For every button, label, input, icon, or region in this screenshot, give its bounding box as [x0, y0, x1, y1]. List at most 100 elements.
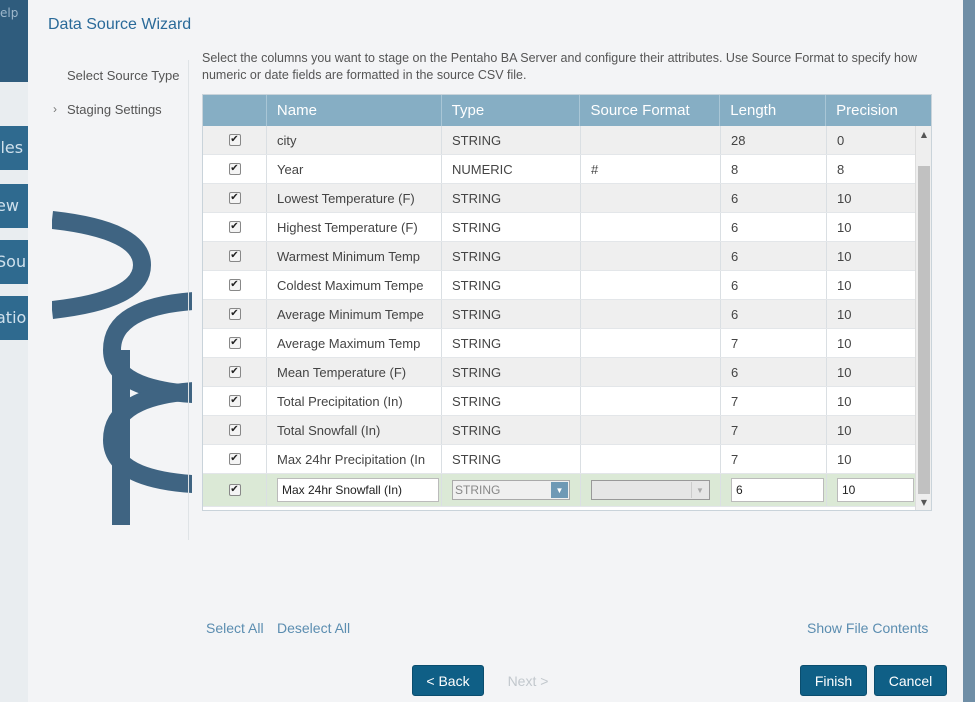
show-file-contents-link[interactable]: Show File Contents: [807, 620, 928, 636]
cancel-button[interactable]: Cancel: [874, 665, 947, 696]
cell-length[interactable]: 7: [720, 329, 826, 357]
step-staging-settings[interactable]: › Staging Settings: [48, 92, 188, 126]
table-row[interactable]: ✔ Warmest Minimum Temp STRING 6 10: [203, 242, 915, 271]
row-checkbox[interactable]: ✔: [228, 395, 241, 407]
cell-source-format[interactable]: [580, 387, 720, 415]
cell-source-format[interactable]: [580, 445, 720, 473]
back-button[interactable]: < Back: [412, 665, 484, 696]
cell-precision[interactable]: 0: [826, 126, 914, 154]
name-input[interactable]: Max 24hr Snowfall (In): [277, 478, 439, 502]
cell-name[interactable]: Warmest Minimum Temp: [266, 242, 441, 270]
header-precision[interactable]: Precision: [825, 95, 931, 126]
cell-length[interactable]: 6: [720, 184, 826, 212]
cell-type[interactable]: STRING: [441, 416, 580, 444]
table-row[interactable]: ✔ Total Snowfall (In) STRING 7 10: [203, 416, 915, 445]
chevron-down-icon[interactable]: ▼: [551, 482, 568, 498]
cell-precision[interactable]: 10: [826, 242, 914, 270]
cell-source-format[interactable]: [580, 329, 720, 357]
cell-name[interactable]: Year: [266, 155, 441, 183]
cell-precision[interactable]: 10: [826, 358, 914, 386]
cell-source-format[interactable]: [580, 184, 720, 212]
table-row[interactable]: ✔ Total Precipitation (In) STRING 7 10: [203, 387, 915, 416]
cell-type[interactable]: STRING: [441, 213, 580, 241]
cell-type[interactable]: STRING: [441, 300, 580, 328]
row-checkbox[interactable]: ✔: [228, 279, 241, 291]
cell-precision[interactable]: 10: [826, 271, 914, 299]
scroll-thumb[interactable]: [918, 166, 930, 494]
cell-length[interactable]: 6: [720, 213, 826, 241]
next-button[interactable]: Next >: [498, 665, 558, 696]
cell-source-format[interactable]: [580, 271, 720, 299]
grid-scrollbar[interactable]: ▲ ▼: [915, 126, 931, 510]
table-row[interactable]: ✔ Highest Temperature (F) STRING 6 10: [203, 213, 915, 242]
cell-precision[interactable]: 10: [826, 300, 914, 328]
cell-length[interactable]: 6: [720, 242, 826, 270]
table-row[interactable]: ✔ Max 24hr Precipitation (In STRING 7 10: [203, 445, 915, 474]
cell-length[interactable]: 8: [720, 155, 826, 183]
header-name[interactable]: Name: [265, 95, 441, 126]
scroll-up-icon[interactable]: ▲: [916, 126, 932, 142]
table-row[interactable]: ✔ Year NUMERIC #8 8: [203, 155, 915, 184]
row-checkbox[interactable]: ✔: [228, 366, 241, 378]
cell-precision[interactable]: 10: [826, 329, 914, 357]
cell-type[interactable]: NUMERIC: [441, 155, 580, 183]
cell-source-format[interactable]: [580, 242, 720, 270]
cell-source-format[interactable]: [580, 358, 720, 386]
cell-source-format[interactable]: [580, 213, 720, 241]
cell-type[interactable]: STRING: [441, 126, 580, 154]
finish-button[interactable]: Finish: [800, 665, 867, 696]
cell-name[interactable]: Mean Temperature (F): [266, 358, 441, 386]
row-checkbox[interactable]: ✔: [228, 192, 241, 204]
type-select[interactable]: STRING ▼: [452, 480, 570, 500]
deselect-all-link[interactable]: Deselect All: [277, 620, 350, 636]
editing-row[interactable]: ✔ Max 24hr Snowfall (In) STRING ▼ ▼ 6 10: [203, 474, 915, 507]
row-checkbox[interactable]: ✔: [228, 134, 241, 146]
cell-name[interactable]: Total Snowfall (In): [266, 416, 441, 444]
cell-name[interactable]: Total Precipitation (In): [266, 387, 441, 415]
cell-precision[interactable]: 10: [826, 213, 914, 241]
cell-source-format[interactable]: [580, 126, 720, 154]
row-checkbox[interactable]: ✔: [228, 163, 241, 175]
cell-type[interactable]: STRING: [441, 329, 580, 357]
row-checkbox[interactable]: ✔: [228, 337, 241, 349]
row-checkbox[interactable]: ✔: [228, 484, 241, 496]
scroll-down-icon[interactable]: ▼: [916, 494, 932, 510]
header-checkbox-col[interactable]: [203, 95, 266, 126]
table-row[interactable]: ✔ Average Maximum Temp STRING 7 10: [203, 329, 915, 358]
cell-type[interactable]: STRING: [441, 242, 580, 270]
row-checkbox[interactable]: ✔: [228, 308, 241, 320]
row-checkbox[interactable]: ✔: [228, 424, 241, 436]
source-format-select[interactable]: ▼: [591, 480, 710, 500]
cell-length[interactable]: 7: [720, 387, 826, 415]
table-row[interactable]: ✔ Average Minimum Tempe STRING 6 10: [203, 300, 915, 329]
header-length[interactable]: Length: [719, 95, 825, 126]
cell-name[interactable]: Highest Temperature (F): [266, 213, 441, 241]
cell-type[interactable]: STRING: [441, 184, 580, 212]
table-row[interactable]: ✔ Coldest Maximum Tempe STRING 6 10: [203, 271, 915, 300]
cell-name[interactable]: Coldest Maximum Tempe: [266, 271, 441, 299]
length-input[interactable]: 6: [731, 478, 824, 502]
cell-source-format[interactable]: #: [580, 155, 720, 183]
cell-source-format[interactable]: [580, 300, 720, 328]
table-row[interactable]: ✔ Mean Temperature (F) STRING 6 10: [203, 358, 915, 387]
header-type[interactable]: Type: [440, 95, 580, 126]
cell-name[interactable]: city: [266, 126, 441, 154]
precision-input[interactable]: 10: [837, 478, 914, 502]
cell-source-format[interactable]: [580, 416, 720, 444]
cell-length[interactable]: 6: [720, 271, 826, 299]
step-select-source-type[interactable]: › Select Source Type: [48, 58, 188, 92]
cell-name[interactable]: Average Maximum Temp: [266, 329, 441, 357]
row-checkbox[interactable]: ✔: [228, 250, 241, 262]
header-source-format[interactable]: Source Format: [579, 95, 719, 126]
cell-precision[interactable]: 10: [826, 416, 914, 444]
cell-type[interactable]: STRING: [441, 387, 580, 415]
cell-type[interactable]: STRING: [441, 445, 580, 473]
cell-type[interactable]: STRING: [441, 271, 580, 299]
row-checkbox[interactable]: ✔: [228, 453, 241, 465]
table-row[interactable]: ✔ Lowest Temperature (F) STRING 6 10: [203, 184, 915, 213]
cell-length[interactable]: 7: [720, 416, 826, 444]
cell-type[interactable]: STRING: [441, 358, 580, 386]
cell-length[interactable]: 6: [720, 358, 826, 386]
select-all-link[interactable]: Select All: [206, 620, 264, 636]
cell-name[interactable]: Max 24hr Precipitation (In: [266, 445, 441, 473]
